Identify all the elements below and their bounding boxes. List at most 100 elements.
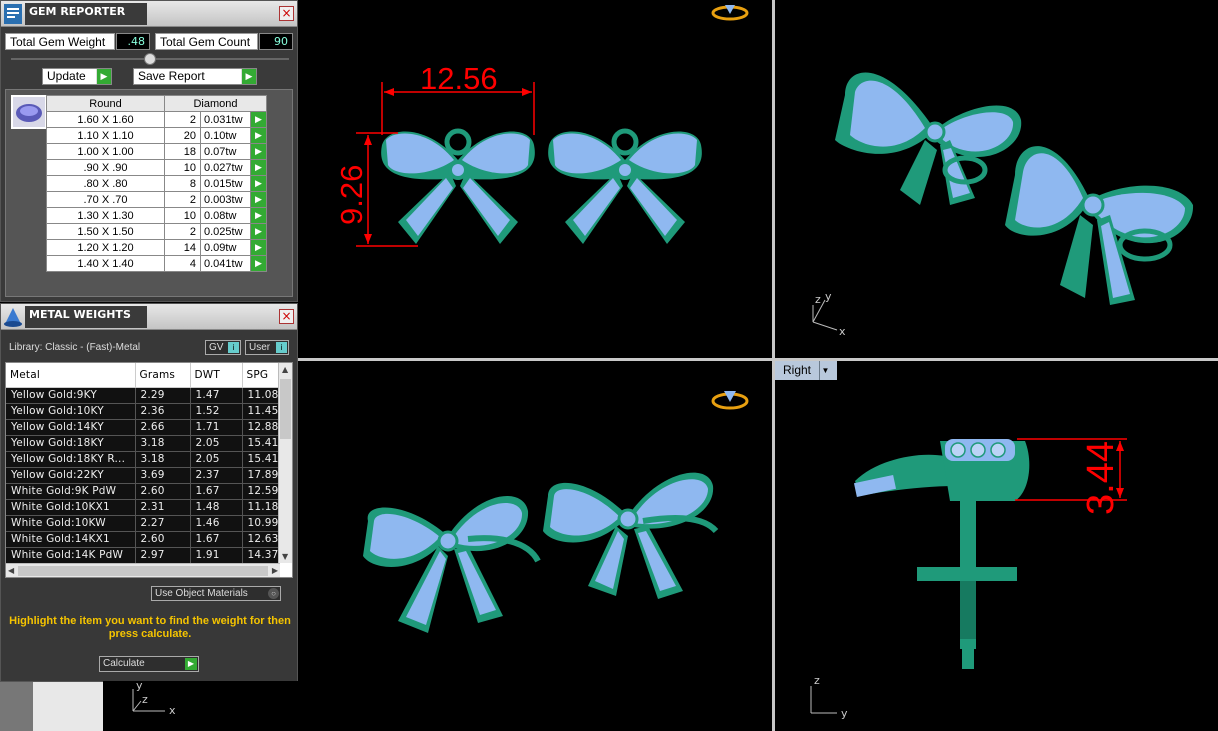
metal-spg: 11.45 <box>242 403 280 420</box>
select-gem-arrow-icon[interactable]: ▶ <box>250 143 267 160</box>
gem-row[interactable]: 1.30 X 1.30 10 0.08tw ▶ <box>46 207 267 224</box>
metal-weights-close-icon[interactable]: × <box>279 309 294 324</box>
info-icon: i <box>228 342 239 353</box>
select-gem-arrow-icon[interactable]: ▶ <box>250 175 267 192</box>
select-gem-arrow-icon[interactable]: ▶ <box>250 207 267 224</box>
metal-dwt: 2.05 <box>190 435 243 452</box>
gem-count: 2 <box>164 111 201 128</box>
metal-list[interactable]: Metal Grams DWT SPG Yellow Gold:9KY 2.29 1… <box>5 362 293 578</box>
viewport-divider-vertical[interactable] <box>772 0 775 731</box>
update-button[interactable]: Update ▶ <box>42 68 112 85</box>
grams-column-header[interactable]: Grams <box>135 363 191 388</box>
metal-name: White Gold:14KX1 <box>6 531 136 548</box>
gem-row[interactable]: 1.00 X 1.00 18 0.07tw ▶ <box>46 143 267 160</box>
gem-slider-handle[interactable] <box>144 53 156 65</box>
axis-x-label-bl: x <box>169 704 176 717</box>
metal-grams: 2.29 <box>135 387 191 404</box>
scroll-left-icon[interactable]: ◀ <box>8 566 14 575</box>
metal-dwt: 1.52 <box>190 403 243 420</box>
metal-row[interactable]: Yellow Gold:22KY 3.69 2.37 17.89 <box>6 467 280 484</box>
user-button[interactable]: User i <box>245 340 289 355</box>
metal-name: Yellow Gold:18KY R... <box>6 451 136 468</box>
gem-row[interactable]: 1.20 X 1.20 14 0.09tw ▶ <box>46 239 267 256</box>
right-viewport[interactable]: Right ▼ 3.44 z y <box>775 361 1218 731</box>
gem-row[interactable]: 1.10 X 1.10 20 0.10tw ▶ <box>46 127 267 144</box>
gem-total-weight: 0.08tw <box>200 207 251 224</box>
scroll-up-icon[interactable]: ▲ <box>282 365 288 374</box>
gem-size: 1.10 X 1.10 <box>46 127 165 144</box>
metal-list-vertical-scrollbar[interactable]: ▲ ▼ <box>278 363 292 563</box>
metal-row[interactable]: White Gold:14K PdW 2.97 1.91 14.37 <box>6 547 280 564</box>
right-viewport-canvas: 3.44 z y <box>810 438 1127 720</box>
metal-row[interactable]: White Gold:9K PdW 2.60 1.67 12.59 <box>6 483 280 500</box>
spg-column-header[interactable]: SPG <box>242 363 280 388</box>
metal-dwt: 1.71 <box>190 419 243 436</box>
metal-weights-icon <box>3 306 23 328</box>
top-viewport-canvas: 12.56 9.26 <box>334 5 749 247</box>
gem-row[interactable]: .70 X .70 2 0.003tw ▶ <box>46 191 267 208</box>
metal-row[interactable]: White Gold:14KX1 2.60 1.67 12.63 <box>6 531 280 548</box>
metal-row[interactable]: Yellow Gold:18KY R... 3.18 2.05 15.41 <box>6 451 280 468</box>
select-gem-arrow-icon[interactable]: ▶ <box>250 111 267 128</box>
metal-row[interactable]: Yellow Gold:10KY 2.36 1.52 11.45 <box>6 403 280 420</box>
metal-dwt: 1.46 <box>190 515 243 532</box>
round-gem-thumbnail[interactable] <box>11 95 47 129</box>
gem-size: .80 X .80 <box>46 175 165 192</box>
select-gem-arrow-icon[interactable]: ▶ <box>250 255 267 272</box>
select-gem-arrow-icon[interactable]: ▶ <box>250 127 267 144</box>
metal-name: Yellow Gold:9KY <box>6 387 136 404</box>
axis-z-label: z <box>815 293 821 306</box>
metal-weights-titlebar[interactable]: METAL WEIGHTS × <box>1 304 297 330</box>
metal-spg: 11.18 <box>242 499 280 516</box>
front-viewport[interactable] <box>298 361 772 731</box>
metal-spg: 15.41 <box>242 435 280 452</box>
metal-dwt: 1.48 <box>190 499 243 516</box>
ring-render-icon[interactable] <box>711 5 749 21</box>
gem-row[interactable]: .80 X .80 8 0.015tw ▶ <box>46 175 267 192</box>
gem-row[interactable]: .90 X .90 10 0.027tw ▶ <box>46 159 267 176</box>
gem-reporter-close-icon[interactable]: × <box>279 6 294 21</box>
metal-column-header[interactable]: Metal <box>6 363 136 388</box>
metal-weights-panel: METAL WEIGHTS × Library: Classic - (Fast… <box>0 303 298 682</box>
ring-render-icon-front[interactable] <box>711 391 749 410</box>
scroll-down-icon[interactable]: ▼ <box>282 552 288 561</box>
select-gem-arrow-icon[interactable]: ▶ <box>250 223 267 240</box>
metal-row[interactable]: White Gold:10KW 2.27 1.46 10.99 <box>6 515 280 532</box>
gem-reporter-title: GEM REPORTER <box>25 3 147 25</box>
scroll-right-icon[interactable]: ▶ <box>272 566 278 575</box>
metal-list-horizontal-scrollbar[interactable]: ◀ ▶ <box>6 563 280 577</box>
gv-button[interactable]: GV i <box>205 340 241 355</box>
save-report-button[interactable]: Save Report ▶ <box>133 68 257 85</box>
metal-row[interactable]: White Gold:10KX1 2.31 1.48 11.18 <box>6 499 280 516</box>
metal-name: White Gold:9K PdW <box>6 483 136 500</box>
library-label: Library: Classic - (Fast)-Metal <box>9 342 141 353</box>
metal-row[interactable]: Yellow Gold:9KY 2.29 1.47 11.08 <box>6 387 280 404</box>
bottom-left-viewport-fragment[interactable]: y z x <box>103 681 298 731</box>
horizontal-scroll-thumb[interactable] <box>18 566 268 576</box>
metal-spg: 17.89 <box>242 467 280 484</box>
select-gem-arrow-icon[interactable]: ▶ <box>250 191 267 208</box>
calculate-button[interactable]: Calculate ▶ <box>99 656 199 672</box>
gem-row[interactable]: 1.50 X 1.50 2 0.025tw ▶ <box>46 223 267 240</box>
metal-spg: 15.41 <box>242 451 280 468</box>
select-gem-arrow-icon[interactable]: ▶ <box>250 159 267 176</box>
gem-size: 1.40 X 1.40 <box>46 255 165 272</box>
gem-row[interactable]: 1.60 X 1.60 2 0.031tw ▶ <box>46 111 267 128</box>
metal-name: Yellow Gold:14KY <box>6 419 136 436</box>
gem-reporter-icon <box>3 3 23 25</box>
dwt-column-header[interactable]: DWT <box>190 363 243 388</box>
viewport-divider-horizontal[interactable] <box>298 358 1218 361</box>
gem-count: 4 <box>164 255 201 272</box>
gem-row[interactable]: 1.40 X 1.40 4 0.041tw ▶ <box>46 255 267 272</box>
top-viewport[interactable]: 12.56 9.26 <box>298 0 772 358</box>
metal-row[interactable]: Yellow Gold:14KY 2.66 1.71 12.88 <box>6 419 280 436</box>
total-gem-weight-label: Total Gem Weight <box>5 33 115 50</box>
metal-spg: 12.59 <box>242 483 280 500</box>
vertical-scroll-thumb[interactable] <box>280 379 291 439</box>
use-object-materials-button[interactable]: Use Object Materials ○ <box>151 586 281 601</box>
axis-indicator-right <box>810 686 837 714</box>
select-gem-arrow-icon[interactable]: ▶ <box>250 239 267 256</box>
perspective-viewport[interactable]: y x z <box>775 0 1218 358</box>
metal-row[interactable]: Yellow Gold:18KY 3.18 2.05 15.41 <box>6 435 280 452</box>
gem-reporter-titlebar[interactable]: GEM REPORTER × <box>1 1 297 27</box>
